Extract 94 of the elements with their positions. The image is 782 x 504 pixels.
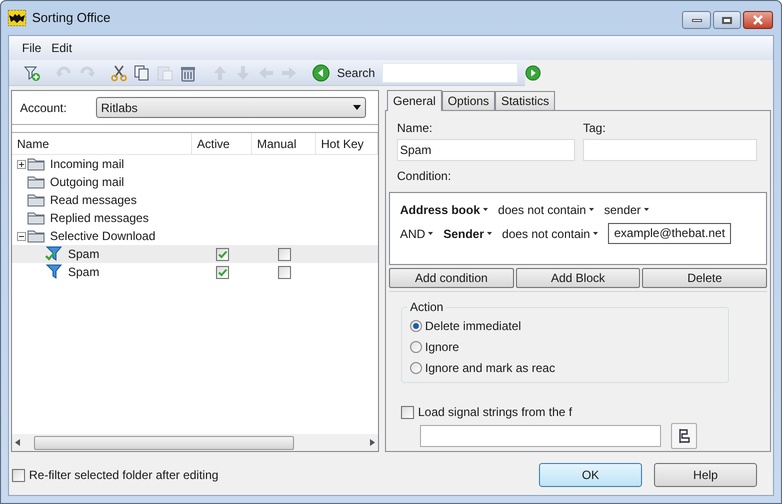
load-signal-label[interactable]: Load signal strings from the f	[418, 403, 572, 421]
condition-menu[interactable]: Sender	[443, 224, 492, 242]
tree-row[interactable]: Selective Download	[12, 227, 378, 245]
refilter-label[interactable]: Re-filter selected folder after editing	[29, 466, 218, 484]
toolbar-button[interactable]	[312, 62, 330, 82]
column-header[interactable]: Name	[12, 132, 192, 154]
tree-item-label: Spam	[67, 264, 100, 281]
dialog-button[interactable]: Help	[654, 463, 757, 487]
copy-icon	[133, 64, 151, 82]
caret-icon	[589, 208, 594, 211]
back-icon	[312, 64, 330, 82]
active-checkbox[interactable]	[216, 248, 228, 260]
browse-button[interactable]	[671, 423, 697, 449]
browse-icon	[678, 428, 690, 444]
tree-row[interactable]: Outgoing mail	[12, 173, 378, 191]
condition-value-field[interactable]: example@thebat.net	[608, 223, 732, 244]
active-checkbox[interactable]	[216, 266, 228, 278]
condition-menu[interactable]: sender	[604, 200, 649, 218]
refilter-checkbox[interactable]	[12, 468, 25, 482]
tree-item-label: Replied messages	[49, 210, 150, 227]
caret-icon	[644, 208, 649, 211]
scroll-right-icon[interactable]	[370, 439, 375, 446]
folder-icon	[27, 193, 45, 207]
paste-icon	[156, 64, 174, 82]
tree-item-label: Selective Download	[49, 228, 156, 245]
radio-option[interactable]: Ignore	[410, 339, 720, 355]
name-label: Name:	[397, 120, 434, 137]
condition-menu[interactable]: AND	[400, 224, 434, 242]
tree-row[interactable]: Replied messages	[12, 209, 378, 227]
app-logo-icon	[8, 10, 26, 26]
column-header[interactable]: Hot Key	[316, 132, 378, 154]
condition-menu[interactable]: Address book	[400, 200, 488, 218]
column-header[interactable]: Manual	[252, 132, 316, 154]
minimize-button[interactable]	[682, 11, 711, 29]
folder-icon	[27, 211, 45, 225]
tree-row[interactable]: Read messages	[12, 191, 378, 209]
tag-field[interactable]	[583, 139, 757, 161]
account-label: Account:	[20, 100, 68, 116]
tab[interactable]: Options	[442, 91, 496, 110]
caret-icon	[428, 232, 434, 235]
folder-icon	[27, 175, 45, 189]
toolbar-button[interactable]	[133, 62, 151, 82]
load-signal-checkbox[interactable]	[401, 406, 414, 418]
toolbar-button[interactable]	[110, 62, 128, 82]
condition-menu[interactable]: does not contain	[502, 224, 598, 242]
name-field[interactable]: Spam	[397, 139, 575, 161]
search-go-button[interactable]	[525, 64, 542, 80]
tree-item-label: Outgoing mail	[49, 174, 126, 191]
tab[interactable]: General	[387, 90, 442, 111]
scroll-left-icon[interactable]	[15, 439, 20, 446]
tree-item-label: Read messages	[49, 192, 138, 209]
filter-check-icon	[45, 246, 63, 262]
folder-icon	[27, 229, 45, 243]
dropdown-arrow-icon	[353, 105, 361, 110]
window-title: Sorting Office	[32, 9, 111, 28]
close-button[interactable]	[743, 11, 773, 29]
tab[interactable]: Statistics	[495, 91, 556, 110]
manual-checkbox[interactable]	[278, 266, 290, 278]
expand-toggle[interactable]	[17, 160, 26, 168]
maximize-button[interactable]	[713, 11, 741, 29]
tree-row[interactable]: Spam	[12, 263, 378, 281]
manual-checkbox[interactable]	[278, 248, 290, 260]
menu-item[interactable]: File	[17, 38, 46, 58]
filter-add-icon	[23, 64, 41, 82]
radio-option[interactable]: Delete immediatel	[410, 318, 720, 334]
tree-row[interactable]: Incoming mail	[12, 155, 378, 173]
arrow-up-icon	[211, 64, 229, 82]
close-icon	[752, 15, 764, 25]
file-path-field[interactable]	[420, 425, 661, 447]
caret-icon	[487, 232, 492, 235]
search-label: Search	[337, 64, 376, 82]
condition-button[interactable]: Add condition	[389, 268, 514, 288]
column-header[interactable]: Active	[192, 132, 252, 154]
condition-button[interactable]: Add Block	[516, 268, 640, 288]
scrollbar-thumb[interactable]	[34, 436, 294, 450]
dialog-button[interactable]: OK	[539, 463, 642, 487]
menu-item[interactable]: Edit	[46, 38, 78, 58]
scissors-icon	[110, 64, 128, 82]
arrow-down-icon	[234, 64, 252, 82]
tag-label: Tag:	[583, 120, 607, 137]
caret-icon	[483, 208, 488, 211]
collapse-toggle[interactable]	[17, 232, 26, 240]
tree-item-label: Incoming mail	[49, 156, 126, 173]
account-dropdown[interactable]: Ritlabs	[96, 97, 366, 118]
radio-option[interactable]: Ignore and mark as reac	[410, 360, 720, 376]
condition-menu[interactable]: does not contain	[498, 200, 594, 218]
condition-button[interactable]: Delete	[642, 268, 768, 288]
action-title: Action	[409, 299, 444, 316]
search-field[interactable]	[382, 62, 518, 82]
caret-icon	[593, 232, 598, 235]
folder-icon	[27, 157, 45, 171]
tree-row[interactable]: Spam	[12, 245, 378, 263]
tree-item-label: Spam	[67, 246, 100, 263]
condition-label: Condition:	[396, 168, 452, 185]
